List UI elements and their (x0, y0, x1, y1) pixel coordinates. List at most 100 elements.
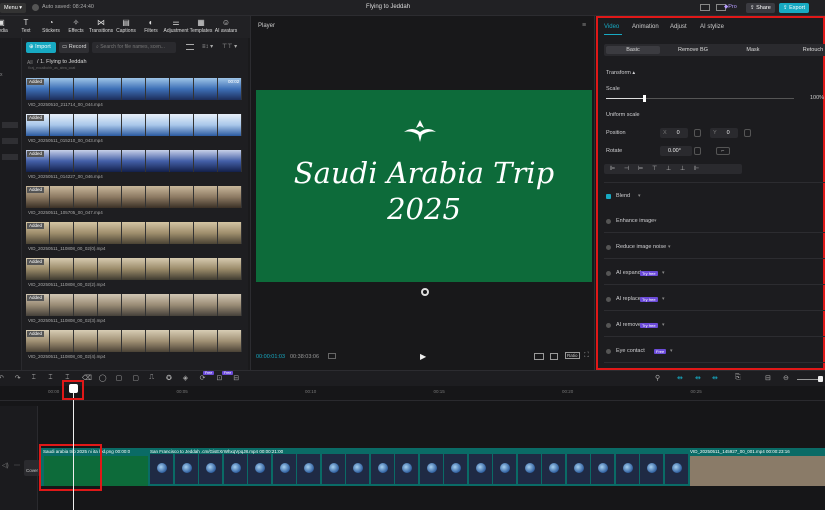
align-icon[interactable]: ⊥ (680, 165, 685, 172)
export-button[interactable]: ⇪ Export (779, 3, 810, 13)
tool-effects[interactable]: ✧ Effects (63, 18, 89, 36)
timeline-tool-icon[interactable]: ⎍ (149, 374, 154, 382)
selected-clip-highlight[interactable] (39, 444, 102, 491)
sidebar-item[interactable] (2, 138, 18, 144)
scale-value[interactable]: 100% (810, 95, 824, 101)
position-x-stepper[interactable] (694, 129, 701, 137)
cover-button[interactable]: Cover (24, 460, 40, 476)
position-y-input[interactable]: Y0 (710, 128, 738, 138)
subtab-mask[interactable]: Mask (726, 46, 780, 54)
zoom-thumb[interactable] (818, 376, 823, 382)
clip-thumbnail-title-2[interactable] (98, 456, 148, 486)
breadcrumb-folder[interactable]: / 1. Flying to Jeddah (37, 59, 87, 65)
tool-ai-avatars[interactable]: ☺ AI avatars (213, 18, 239, 36)
list-view-icon[interactable] (186, 44, 194, 50)
timeline-right-icon[interactable]: ⚲ (655, 374, 660, 382)
align-icon[interactable]: ⊫ (610, 165, 615, 172)
tool-transitions[interactable]: ⋈ Transitions (88, 18, 114, 36)
clip-thumbnail-airport[interactable] (690, 456, 825, 486)
media-thumbnail[interactable] (26, 78, 242, 100)
align-icon[interactable]: ⊤ (652, 165, 657, 172)
timeline-tool-icon[interactable]: ✪ (166, 374, 172, 382)
subtab-retouch[interactable]: Retouch (786, 46, 825, 54)
tool-captions[interactable]: ▤ Captions (113, 18, 139, 36)
filter-icon[interactable]: ⊤⊤ ▾ (222, 43, 237, 50)
tool-templates[interactable]: ▦ Templates (188, 18, 214, 36)
blend-checkbox[interactable] (606, 194, 611, 199)
fullscreen-quality-icon[interactable] (534, 353, 544, 360)
tab-video[interactable]: Video (604, 24, 619, 30)
media-thumbnail[interactable] (26, 222, 242, 244)
record-button[interactable]: ▭ Record (59, 42, 89, 53)
toggle-ai_remove[interactable] (606, 323, 611, 328)
chevron-down-icon[interactable]: ▾ (662, 270, 665, 276)
chevron-down-icon[interactable]: ▾ (662, 322, 665, 328)
rotate-handle-icon[interactable] (421, 288, 429, 296)
timeline-right-icon[interactable]: ⊖ (783, 374, 789, 382)
tool-media[interactable]: ▣Media (0, 18, 14, 36)
timeline-right-icon[interactable]: ⎘ (735, 374, 741, 382)
tool-adjustment[interactable]: ⚌ Adjustment (163, 18, 189, 36)
position-y-stepper[interactable] (744, 129, 751, 137)
timeline-tool-icon[interactable]: ▢ (116, 374, 123, 382)
media-thumbnail[interactable] (26, 294, 242, 316)
menu-button[interactable]: Menu ▾ (0, 3, 27, 13)
media-thumbnail[interactable] (26, 114, 242, 136)
toggle-enhance[interactable] (606, 219, 611, 224)
tool-text[interactable]: T Text (13, 18, 39, 36)
expand-icon[interactable]: ⛶ (584, 352, 589, 360)
toggle-ai_expand[interactable] (606, 271, 611, 276)
subtab-remove-bg[interactable]: Remove BG (666, 46, 720, 54)
timeline-right-icon[interactable]: ⇹ (677, 374, 683, 382)
chevron-down-icon[interactable]: ▾ (670, 348, 673, 354)
tool-stickers[interactable]: ◔ Stickers (38, 18, 64, 36)
timeline-tool-icon[interactable]: ▢ (132, 374, 139, 382)
toggle-ai_replace[interactable] (606, 297, 611, 302)
timeline-tool-icon[interactable]: ⊟ (233, 374, 239, 382)
timeline-tool-icon[interactable]: ⊡ (216, 374, 222, 382)
transform-heading[interactable]: Transform ▴ (606, 70, 635, 76)
crop-icon[interactable] (550, 353, 558, 360)
chevron-down-icon[interactable]: ▾ (654, 218, 657, 224)
timeline-tool-icon[interactable]: ⌶ (48, 374, 52, 382)
tool-filters[interactable]: ◐ Filters (138, 18, 164, 36)
audio-icon[interactable]: ◁) (2, 462, 9, 469)
sort-icon[interactable]: ≡↕ ▾ (202, 43, 213, 50)
timeline-tool-icon[interactable]: ◯ (99, 374, 107, 382)
timeline-tool-icon[interactable]: ↶ (0, 374, 4, 382)
timeline-right-icon[interactable]: ⇹ (712, 374, 718, 382)
align-icon[interactable]: ⊣ (624, 165, 629, 172)
media-thumbnail[interactable] (26, 330, 242, 352)
pro-badge[interactable]: ◆Pro (724, 4, 737, 10)
layout-icon[interactable] (700, 4, 710, 11)
media-thumbnail[interactable] (26, 258, 242, 280)
media-thumbnail[interactable] (26, 186, 242, 208)
scale-slider-thumb[interactable] (642, 95, 646, 102)
sidebar-item[interactable] (2, 122, 18, 128)
align-icon[interactable]: ⊨ (638, 165, 643, 172)
player-menu-icon[interactable]: ≡ (582, 22, 586, 29)
rotate-input[interactable]: 0.00° (660, 146, 692, 156)
timeline-tool-icon[interactable]: ↷ (15, 374, 21, 382)
share-button[interactable]: ⇪ Share (746, 3, 775, 13)
toggle-eye_contact[interactable] (606, 349, 611, 354)
timecode-icon[interactable] (328, 353, 336, 359)
tab-adjust[interactable]: Adjust (670, 24, 687, 30)
more-icon[interactable]: ⋯ (14, 462, 20, 469)
tab-animation[interactable]: Animation (632, 24, 659, 30)
chevron-down-icon[interactable]: ▾ (638, 193, 641, 199)
timeline-right-icon[interactable]: ⇹ (695, 374, 701, 382)
ratio-button[interactable]: Ratio (565, 352, 580, 359)
chevron-down-icon[interactable]: ▾ (668, 244, 671, 250)
timeline-right-icon[interactable]: ⊟ (765, 374, 771, 382)
timeline-tool-icon[interactable]: ⌶ (32, 374, 36, 382)
sidebar-item[interactable] (2, 154, 18, 160)
timeline-tool-icon[interactable]: ⟳ (200, 374, 206, 382)
play-icon[interactable]: ▶ (420, 352, 426, 361)
video-canvas[interactable]: Saudi Arabia Trip 2025 (256, 90, 592, 282)
toggle-reduce[interactable] (606, 245, 611, 250)
align-icon[interactable]: ⊩ (694, 165, 699, 172)
subtab-basic[interactable]: Basic (606, 46, 660, 54)
rotate-stepper[interactable] (694, 147, 701, 155)
media-thumbnail[interactable] (26, 150, 242, 172)
